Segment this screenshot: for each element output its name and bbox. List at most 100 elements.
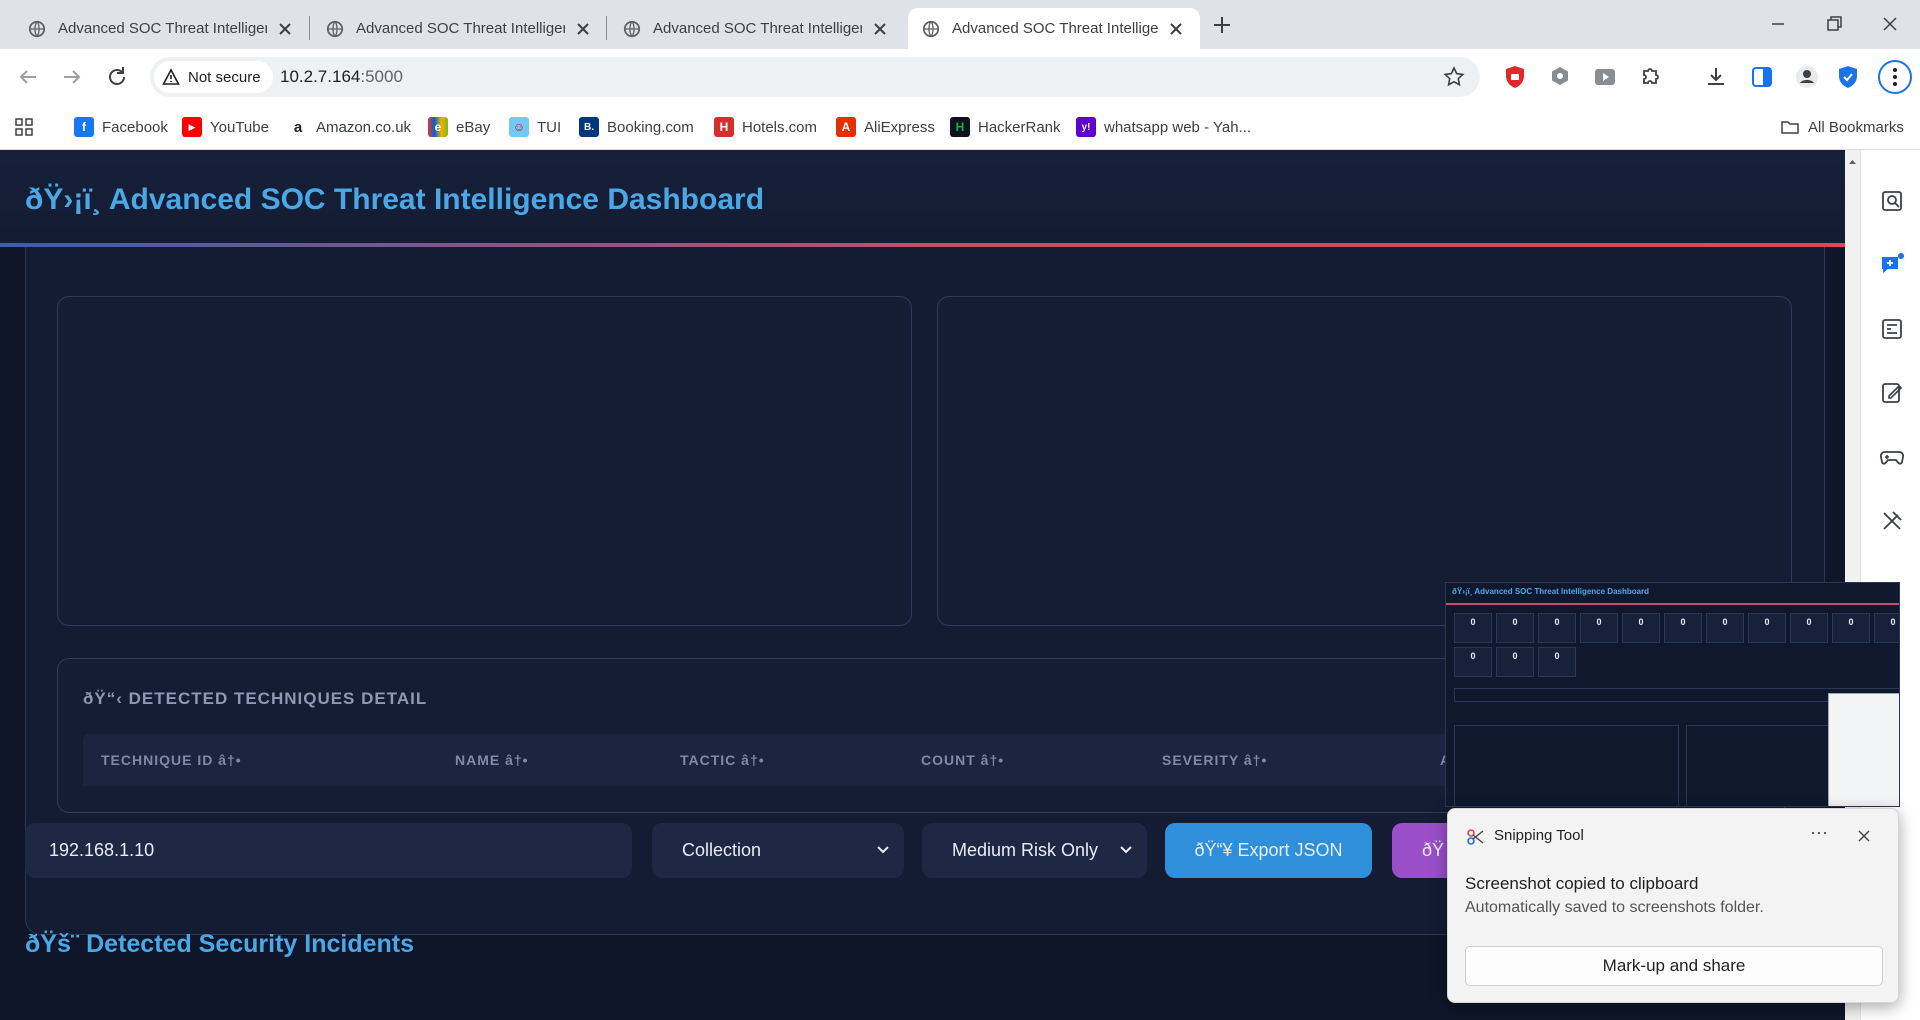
- copilot-chat-icon[interactable]: [1879, 252, 1905, 278]
- thumbnail-stat: 0: [1496, 613, 1534, 643]
- video-extension-icon[interactable]: [1591, 63, 1619, 91]
- new-tab-plus-icon[interactable]: [1210, 13, 1234, 37]
- thumbnail-stat: 0: [1706, 613, 1744, 643]
- security-chip-label: Not secure: [188, 68, 261, 86]
- col-technique-id[interactable]: TECHNIQUE ID â†•: [101, 752, 242, 768]
- risk-select[interactable]: Medium Risk Only: [922, 823, 1147, 878]
- amazon-icon: a: [288, 117, 308, 137]
- tactic-select-value: Collection: [682, 840, 762, 860]
- bookmark-ebay[interactable]: e eBay: [428, 115, 490, 139]
- thumbnail-stat: 0: [1622, 613, 1660, 643]
- notification-app-name: Snipping Tool: [1494, 827, 1584, 844]
- minimize-icon[interactable]: [1766, 12, 1790, 36]
- all-bookmarks-folder[interactable]: All Bookmarks: [1780, 115, 1904, 139]
- url-text[interactable]: 10.2.7.164:5000: [280, 57, 403, 97]
- notification-submessage: Automatically saved to screenshots folde…: [1465, 899, 1764, 916]
- close-tab-icon[interactable]: [1166, 19, 1186, 39]
- close-tab-icon[interactable]: [275, 19, 295, 39]
- browser-tab-1[interactable]: Advanced SOC Threat Intelligence Dashboa…: [14, 8, 309, 49]
- facebook-icon: f: [74, 117, 94, 137]
- bookmark-hackerrank[interactable]: H HackerRank: [950, 115, 1061, 139]
- thumbnail-stat: 0: [1496, 647, 1534, 677]
- browser-menu-kebab-icon[interactable]: [1877, 59, 1913, 95]
- col-severity[interactable]: SEVERITY â†•: [1162, 752, 1267, 768]
- bitwarden-shield-icon[interactable]: [1834, 63, 1862, 91]
- scroll-up-arrow-icon[interactable]: [1848, 154, 1857, 170]
- bookmark-aliexpress[interactable]: A AliExpress: [836, 115, 935, 139]
- thumbnail-stat: 0: [1454, 613, 1492, 643]
- bookmark-booking[interactable]: B. Booking.com: [579, 115, 694, 139]
- browser-toolbar: Not secure 10.2.7.164:5000: [0, 49, 1920, 105]
- thumbnail-header-bar: [1446, 603, 1899, 605]
- aliexpress-icon: A: [836, 117, 856, 137]
- thumbnail-stat: 0: [1538, 647, 1576, 677]
- notes-edit-icon[interactable]: [1879, 380, 1905, 406]
- thumbnail-panel-left: [1454, 725, 1679, 806]
- chart-card-right: [937, 296, 1792, 626]
- side-panel-icon[interactable]: [1748, 63, 1776, 91]
- app-header: ðŸ›¡ï¸ Advanced SOC Threat Intelligence …: [0, 150, 1845, 247]
- more-options-icon[interactable]: ···: [1806, 823, 1832, 849]
- close-tab-icon[interactable]: [870, 19, 890, 39]
- restore-icon[interactable]: [1822, 12, 1846, 36]
- tab-title: Advanced SOC Threat Intelligence Dashboa…: [58, 20, 267, 37]
- booking-icon: B.: [579, 117, 599, 137]
- notification-message: Screenshot copied to clipboard: [1465, 874, 1699, 893]
- risk-select-value: Medium Risk Only: [952, 840, 1099, 860]
- download-icon[interactable]: [1702, 63, 1730, 91]
- yahoo-icon: y!: [1076, 117, 1096, 137]
- close-icon[interactable]: [1853, 825, 1875, 847]
- news-feed-icon[interactable]: [1879, 316, 1905, 342]
- col-tactic[interactable]: TACTIC â†•: [680, 752, 765, 768]
- tab-title: Advanced SOC Threat Intelligence Dashboa…: [356, 20, 565, 37]
- url-port: :5000: [360, 67, 403, 86]
- col-name[interactable]: NAME â†•: [455, 752, 529, 768]
- address-bar[interactable]: Not secure 10.2.7.164:5000: [150, 57, 1480, 97]
- ublock-shield-icon[interactable]: [1501, 63, 1529, 91]
- globe-icon: [28, 20, 46, 37]
- puzzle-extensions-icon[interactable]: [1636, 63, 1664, 91]
- ip-filter-input[interactable]: 192.168.1.10: [25, 823, 632, 878]
- gamepad-icon[interactable]: [1879, 444, 1905, 470]
- mark-up-and-share-button[interactable]: Mark-up and share: [1465, 946, 1883, 986]
- bookmark-facebook[interactable]: f Facebook: [74, 115, 168, 139]
- techniques-detail-title: ðŸ“‹ DETECTED TECHNIQUES DETAIL: [83, 689, 428, 708]
- thumbnail-stat: 0: [1664, 613, 1702, 643]
- bookmark-whatsapp-yahoo[interactable]: y! whatsapp web - Yah...: [1076, 115, 1251, 139]
- bookmark-youtube[interactable]: ▶ YouTube: [182, 115, 269, 139]
- chevron-down-icon: [877, 846, 889, 854]
- incidents-heading: ðŸš¨ Detected Security Incidents: [25, 930, 415, 958]
- youtube-icon: ▶: [182, 117, 202, 137]
- browser-tab-2[interactable]: Advanced SOC Threat Intelligence Dashboa…: [312, 8, 607, 49]
- bookmark-star-icon[interactable]: [1442, 65, 1466, 89]
- search-page-icon[interactable]: [1879, 188, 1905, 214]
- forward-arrow-icon[interactable]: [58, 63, 86, 91]
- profile-avatar-icon[interactable]: [1793, 63, 1821, 91]
- back-arrow-icon[interactable]: [14, 63, 42, 91]
- thumbnail-stat: 0: [1874, 613, 1899, 643]
- tactic-select[interactable]: Collection: [652, 823, 904, 878]
- browser-tab-3[interactable]: Advanced SOC Threat Intelligence Dashboa…: [609, 8, 904, 49]
- tab-separator: [309, 16, 310, 40]
- ebay-icon: e: [428, 117, 448, 137]
- close-window-icon[interactable]: [1878, 12, 1902, 36]
- reload-icon[interactable]: [103, 63, 131, 91]
- bookmark-hotels[interactable]: H Hotels.com: [714, 115, 817, 139]
- bookmark-tui[interactable]: ☺ TUI: [509, 115, 561, 139]
- extension-gear-icon[interactable]: [1546, 63, 1574, 91]
- screenshot-thumbnail[interactable]: ðŸ›¡ï¸ Advanced SOC Threat Intelligence …: [1445, 582, 1900, 807]
- globe-icon: [326, 20, 344, 37]
- browser-tab-4-active[interactable]: Advanced SOC Threat Intelligence Dashboa…: [908, 8, 1200, 49]
- thumbnail-stat: 0: [1748, 613, 1786, 643]
- thumbnail-stat: 0: [1538, 613, 1576, 643]
- globe-icon: [623, 20, 641, 37]
- hackerrank-icon: H: [950, 117, 970, 137]
- tools-icon[interactable]: [1879, 508, 1905, 534]
- export-json-button[interactable]: ðŸ“¥ Export JSON: [1165, 823, 1372, 878]
- thumbnail-stat: 0: [1790, 613, 1828, 643]
- bookmark-amazon[interactable]: a Amazon.co.uk: [288, 115, 411, 139]
- col-count[interactable]: COUNT â†•: [921, 752, 1004, 768]
- site-security-chip[interactable]: Not secure: [154, 61, 273, 93]
- apps-grid-icon[interactable]: [14, 117, 34, 137]
- close-tab-icon[interactable]: [573, 19, 593, 39]
